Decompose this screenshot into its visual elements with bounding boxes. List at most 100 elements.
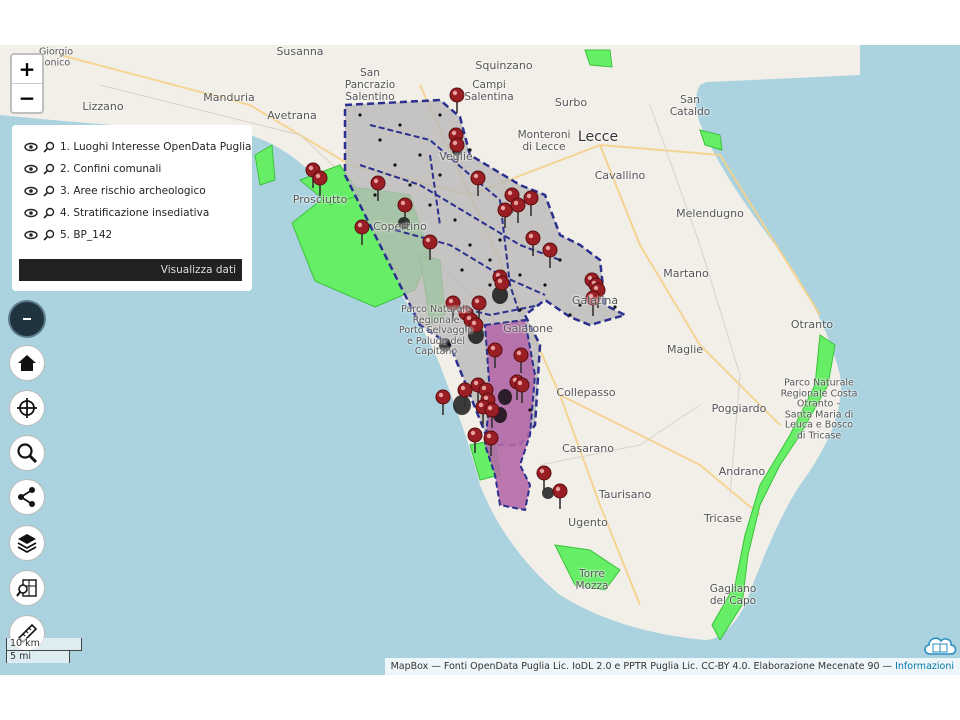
point-marker	[568, 313, 572, 317]
zoom-control: + −	[10, 53, 44, 114]
layer-label: 2. Confini comunali	[60, 163, 162, 175]
home-icon	[18, 355, 36, 371]
zoom-out-button[interactable]: −	[12, 83, 42, 112]
place-label: Torre Mozza	[575, 568, 609, 592]
map-pin[interactable]	[484, 402, 500, 428]
place-label: Ugento	[568, 516, 608, 529]
place-label: Poggiardo	[711, 402, 767, 415]
layer-item[interactable]: 1. Luoghi Interesse OpenData Puglia	[24, 138, 251, 156]
map-pin[interactable]	[435, 389, 451, 415]
point-marker	[438, 113, 442, 117]
layers-panel: 1. Luoghi Interesse OpenData Puglia 2. C…	[12, 125, 252, 291]
layers-icon	[17, 534, 37, 554]
map-search-icon	[16, 579, 37, 597]
zoom-to-layer-icon[interactable]	[42, 163, 56, 175]
layer-label: 5. BP_142	[60, 229, 113, 241]
map-pin[interactable]	[510, 197, 526, 223]
zoom-to-layer-icon[interactable]	[42, 229, 56, 241]
map-pin[interactable]	[470, 170, 486, 196]
eye-icon[interactable]	[24, 141, 38, 153]
zoom-to-layer-icon[interactable]	[42, 185, 56, 197]
scale-km: 10 km	[10, 638, 40, 649]
locate-button[interactable]	[10, 391, 44, 425]
place-label: Campi Salentina	[464, 79, 514, 103]
map-pin[interactable]	[457, 382, 473, 408]
map-canvas[interactable]: Giorgio Ionico Susanna Squinzano San Pan…	[0, 45, 960, 675]
place-label: Prosciutto	[292, 193, 348, 206]
point-marker	[468, 243, 472, 247]
place-label: Parco Naturale Regionale Costa Otranto –…	[780, 377, 858, 441]
point-marker	[498, 238, 502, 242]
eye-icon[interactable]	[24, 229, 38, 241]
search-button[interactable]	[10, 436, 44, 470]
place-label: Gagliano del Capo	[709, 583, 757, 607]
place-label: Avetrana	[267, 109, 317, 122]
layer-item[interactable]: 3. Aree rischio archeologico	[24, 182, 206, 200]
zoom-to-layer-icon[interactable]	[42, 207, 56, 219]
place-label: Taurisano	[598, 488, 652, 501]
map-pin[interactable]	[483, 430, 499, 456]
map-pin[interactable]	[536, 465, 552, 491]
eye-icon[interactable]	[24, 207, 38, 219]
point-marker	[393, 163, 397, 167]
map-pin[interactable]	[370, 175, 386, 201]
place-label: Melendugno	[676, 207, 744, 220]
map-pin[interactable]	[513, 347, 529, 373]
layer-label: 1. Luoghi Interesse OpenData Puglia	[60, 141, 252, 153]
place-label: Galatina	[571, 294, 619, 307]
layer-label: 3. Aree rischio archeologico	[60, 185, 206, 197]
place-label: San Pancrazio Salentino	[344, 67, 396, 103]
point-marker	[518, 308, 522, 312]
place-label: Otranto	[790, 318, 834, 331]
place-label: Squinzano	[475, 59, 533, 72]
minus-icon	[23, 318, 31, 320]
share-icon	[18, 487, 35, 507]
place-label: Lecce	[577, 129, 619, 145]
layer-item[interactable]: 5. BP_142	[24, 226, 112, 244]
zoom-to-layer-icon[interactable]	[42, 141, 56, 153]
map-pin[interactable]	[552, 483, 568, 509]
point-marker	[460, 268, 464, 272]
map-pin[interactable]	[467, 427, 483, 453]
place-label: Manduria	[203, 91, 255, 104]
place-label: Monteroni di Lecce	[517, 129, 571, 153]
point-marker	[518, 273, 522, 277]
map-pin[interactable]	[494, 275, 510, 301]
point-marker	[558, 258, 562, 262]
search-icon	[17, 443, 38, 464]
place-label: Giorgio Ionico	[38, 46, 74, 68]
map-pin[interactable]	[542, 242, 558, 268]
map-pin[interactable]	[497, 202, 513, 228]
place-label: Copertino	[373, 220, 427, 233]
map-pin[interactable]	[523, 190, 539, 216]
collapse-button[interactable]	[10, 302, 44, 336]
layers-button[interactable]	[10, 526, 44, 560]
layer-item[interactable]: 2. Confini comunali	[24, 160, 161, 178]
eye-icon[interactable]	[24, 185, 38, 197]
map-pin[interactable]	[449, 87, 465, 113]
map-pin[interactable]	[422, 234, 438, 260]
place-label: Casarano	[562, 442, 614, 455]
point-marker	[488, 283, 492, 287]
eye-icon[interactable]	[24, 163, 38, 175]
place-label: Veglie	[439, 150, 473, 163]
point-marker	[488, 258, 492, 262]
share-button[interactable]	[10, 480, 44, 514]
place-label: Andrano	[718, 465, 766, 478]
point-marker	[528, 408, 532, 412]
map-pin[interactable]	[354, 219, 370, 245]
point-marker	[373, 193, 377, 197]
map-pin[interactable]	[487, 342, 503, 368]
place-label: San Cataldo	[669, 94, 711, 118]
point-marker	[453, 218, 457, 222]
map-pin[interactable]	[525, 230, 541, 256]
info-link[interactable]: Informazioni	[895, 661, 954, 672]
point-marker	[358, 113, 362, 117]
zoom-in-button[interactable]: +	[12, 55, 42, 83]
point-marker	[378, 138, 382, 142]
layer-item[interactable]: 4. Stratificazione insediativa	[24, 204, 209, 222]
place-label: Surbo	[554, 96, 588, 109]
visualizza-dati-button[interactable]: Visualizza dati	[19, 259, 242, 281]
map-search-button[interactable]	[10, 571, 44, 605]
home-button[interactable]	[10, 346, 44, 380]
